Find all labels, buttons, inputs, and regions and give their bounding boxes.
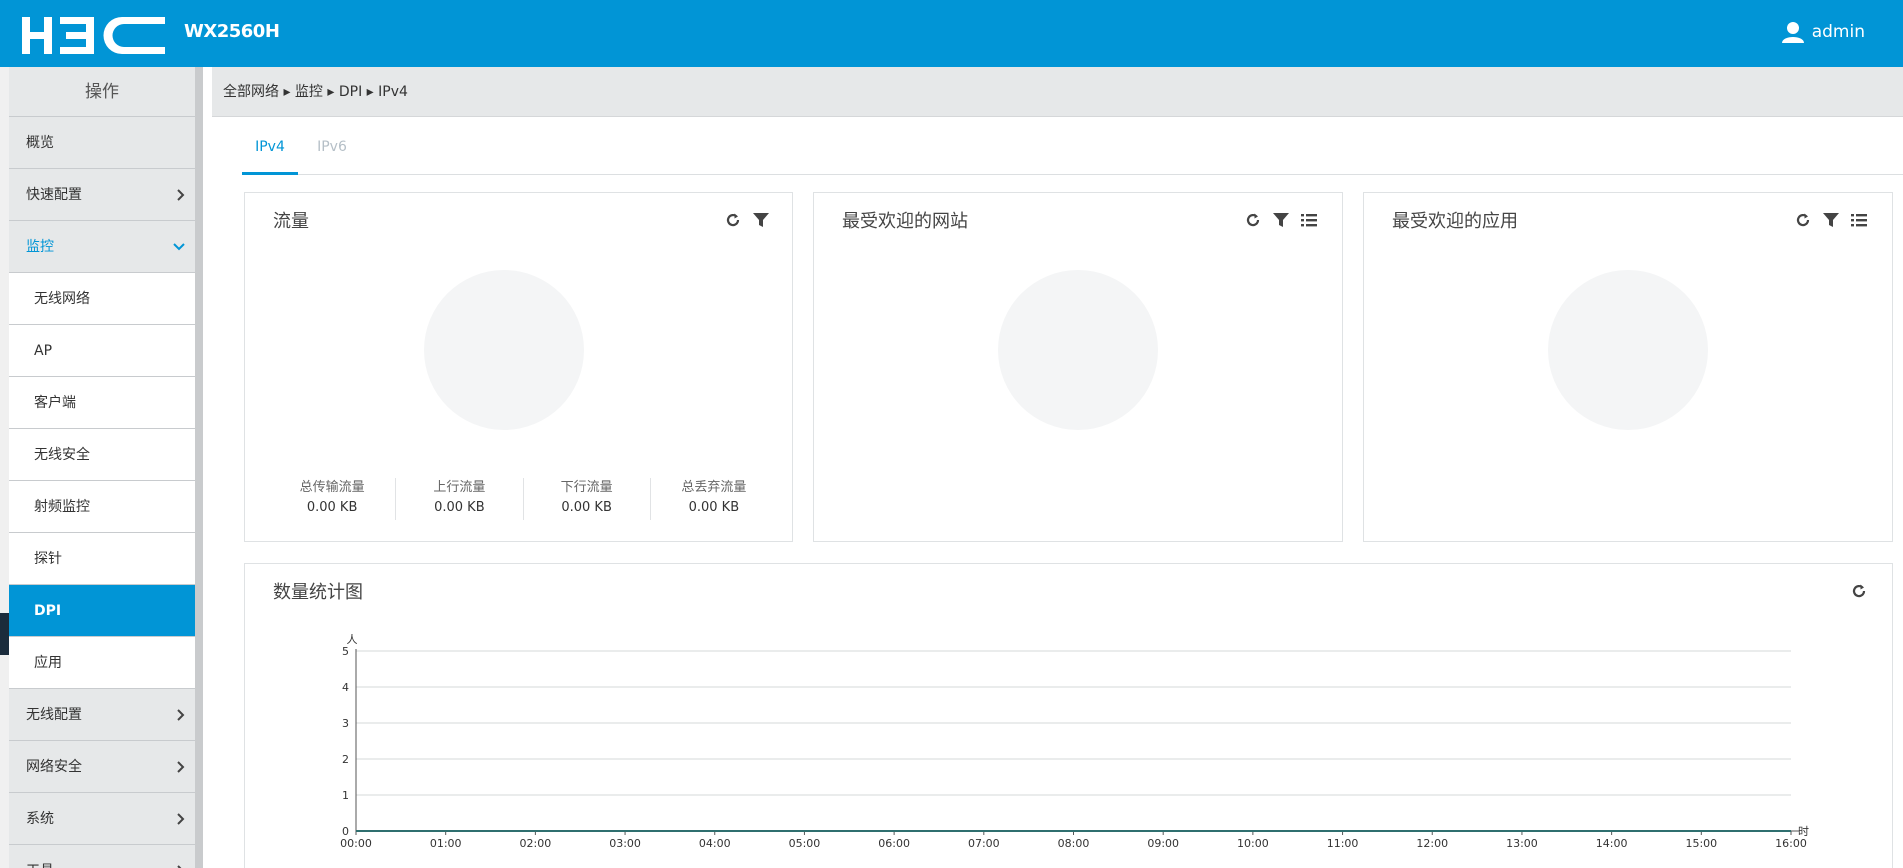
x-tick-label: 10:00 (1237, 837, 1269, 850)
x-tick-label: 06:00 (878, 837, 910, 850)
sidebar-item-wireless-config[interactable]: 无线配置 (9, 689, 195, 741)
sidebar-item-label: 监控 (26, 239, 54, 255)
x-tick-label: 02:00 (520, 837, 552, 850)
sidebar-item-tools[interactable]: 工具 (9, 845, 195, 868)
x-tick-label: 14:00 (1596, 837, 1628, 850)
y-tick-label: 4 (342, 681, 349, 694)
chevron-down-icon (173, 221, 185, 273)
card-title: 流量 (273, 211, 309, 232)
x-tick-label: 12:00 (1416, 837, 1448, 850)
x-tick-label: 08:00 (1058, 837, 1090, 850)
sidebar-item-label: 无线配置 (26, 707, 82, 723)
sidebar-item-quick-config[interactable]: 快速配置 (9, 169, 195, 221)
refresh-icon[interactable] (1794, 211, 1812, 229)
sidebar-sub-ap[interactable]: AP (9, 325, 195, 377)
sites-pie-placeholder (998, 270, 1158, 430)
stat-upstream: 上行流量 0.00 KB (396, 478, 524, 520)
sidebar-sub-client[interactable]: 客户端 (9, 377, 195, 429)
filter-icon[interactable] (752, 211, 770, 229)
sidebar-sub-wireless-network[interactable]: 无线网络 (9, 273, 195, 325)
x-tick-label: 04:00 (699, 837, 731, 850)
x-tick-label: 03:00 (609, 837, 641, 850)
refresh-icon[interactable] (1244, 211, 1262, 229)
stat-total: 总传输流量 0.00 KB (269, 478, 397, 520)
sidebar-sub-dpi[interactable]: DPI (9, 585, 195, 637)
user-icon (1781, 22, 1804, 43)
h3c-logo[interactable] (22, 17, 165, 54)
sidebar-item-label: 工具 (26, 863, 54, 868)
sidebar-item-label: 概览 (26, 135, 54, 151)
filter-icon[interactable] (1272, 211, 1290, 229)
list-icon[interactable] (1850, 211, 1868, 229)
user-menu[interactable]: admin (1781, 18, 1865, 46)
sidebar-item-network-security[interactable]: 网络安全 (9, 741, 195, 793)
x-tick-label: 00:00 (340, 837, 372, 850)
chevron-right-icon (177, 689, 185, 743)
left-edge (0, 67, 9, 868)
chevron-right-icon (177, 169, 185, 223)
traffic-card: 流量 总传输流量 0.00 KB 上行流量 0.00 KB 下行流量 0.00 … (244, 192, 793, 542)
y-tick-label: 2 (342, 753, 349, 766)
y-tick-label: 5 (342, 645, 349, 658)
popular-apps-card: 最受欢迎的应用 (1363, 192, 1893, 542)
x-tick-label: 11:00 (1327, 837, 1359, 850)
count-line-chart: 012345人时00:00 01:00 02:00 03:00 04:00 05:00 06… (340, 633, 1809, 850)
protocol-tabs: IPv4 IPv6 (242, 131, 1903, 175)
sidebar-item-label: 系统 (26, 811, 54, 827)
apps-pie-placeholder (1548, 270, 1708, 430)
x-tick-label: 09:00 (1147, 837, 1179, 850)
tab-ipv4[interactable]: IPv4 (242, 131, 298, 175)
filter-icon[interactable] (1822, 211, 1840, 229)
sidebar: 操作 概览 快速配置 监控 无线网络 AP 客户端 无线安全 射频监控 探针 D… (9, 67, 203, 868)
card-title: 最受欢迎的网站 (842, 211, 968, 232)
list-icon[interactable] (1300, 211, 1318, 229)
x-tick-label: 05:00 (789, 837, 821, 850)
x-tick-label: 07:00 (968, 837, 1000, 850)
sidebar-sub-rf-monitor[interactable]: 射频监控 (9, 481, 195, 533)
sidebar-item-monitor[interactable]: 监控 (9, 221, 195, 273)
traffic-stats: 总传输流量 0.00 KB 上行流量 0.00 KB 下行流量 0.00 KB … (269, 478, 777, 520)
breadcrumb[interactable]: 全部网络 ▸ 监控 ▸ DPI ▸ IPv4 (223, 67, 408, 117)
y-axis-label: 人 (347, 633, 358, 646)
x-tick-label: 13:00 (1506, 837, 1538, 850)
top-header: WX2560H admin (0, 0, 1903, 67)
y-tick-label: 3 (342, 717, 349, 730)
chevron-right-icon (177, 845, 185, 868)
sidebar-item-label: 网络安全 (26, 759, 82, 775)
x-tick-label: 01:00 (430, 837, 462, 850)
count-chart-card: 数量统计图 0 1 2 3 4 5 人时 00:00 01:00 02:00 03:00 04:00 0… (244, 563, 1893, 868)
chevron-right-icon (177, 741, 185, 795)
username: admin (1811, 22, 1865, 42)
stat-dropped: 总丢弃流量 0.00 KB (681, 480, 747, 515)
sidebar-item-label: 快速配置 (26, 187, 82, 203)
sidebar-title: 操作 (9, 67, 195, 117)
refresh-icon[interactable] (724, 211, 742, 229)
popular-sites-card: 最受欢迎的网站 (813, 192, 1343, 542)
card-title: 最受欢迎的应用 (1392, 211, 1518, 232)
sidebar-sub-wireless-security[interactable]: 无线安全 (9, 429, 195, 481)
stat-downstream: 下行流量 0.00 KB (524, 478, 651, 520)
tab-ipv6[interactable]: IPv6 (312, 131, 352, 175)
y-tick-label: 1 (342, 789, 349, 802)
sidebar-item-system[interactable]: 系统 (9, 793, 195, 845)
x-tick-label: 15:00 (1685, 837, 1717, 850)
device-model: WX2560H (184, 21, 280, 42)
sidebar-item-overview[interactable]: 概览 (9, 117, 195, 169)
sidebar-sub-probe[interactable]: 探针 (9, 533, 195, 585)
sidebar-scrollbar[interactable] (195, 67, 203, 868)
traffic-pie-placeholder (424, 270, 584, 430)
sidebar-sub-application[interactable]: 应用 (9, 637, 195, 689)
x-tick-label: 16:00 (1775, 837, 1807, 850)
breadcrumb-bar: 全部网络 ▸ 监控 ▸ DPI ▸ IPv4 (212, 67, 1903, 117)
chevron-right-icon (177, 793, 185, 847)
